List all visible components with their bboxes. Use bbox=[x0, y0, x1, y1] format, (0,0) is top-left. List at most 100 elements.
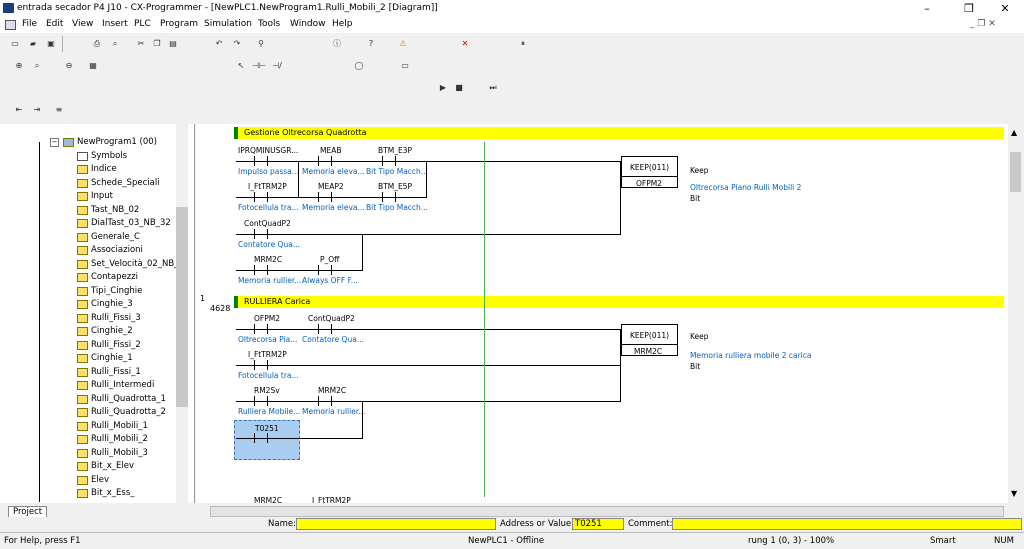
menu-help[interactable]: Help bbox=[332, 19, 353, 29]
scroll-up-icon[interactable]: ▲ bbox=[1011, 128, 1017, 137]
menu-plc[interactable]: PLC bbox=[134, 19, 151, 29]
instruction-box-icon[interactable]: ▭ bbox=[398, 59, 412, 73]
play-icon[interactable]: ▶ bbox=[436, 81, 450, 95]
tree-item[interactable]: Schede_Speciali bbox=[77, 177, 160, 190]
tree-item[interactable]: Tast_NB_02 bbox=[77, 204, 139, 217]
tree-item-selected[interactable]: Rulli_Mobili_2 bbox=[77, 433, 148, 446]
section-icon bbox=[77, 462, 88, 471]
close-button[interactable]: ✕ bbox=[990, 1, 1020, 16]
contact-comment: Bit Tipo Macch... bbox=[366, 203, 428, 212]
tree-item[interactable]: Rulli_Fissi_1 bbox=[77, 366, 141, 379]
rung-header[interactable]: RULLIERA Carica bbox=[234, 296, 1004, 308]
tree-item[interactable]: Elev bbox=[77, 474, 109, 487]
scrollbar-thumb[interactable] bbox=[1010, 152, 1021, 192]
contact-comment: Oltrecorsa Pia... bbox=[238, 335, 298, 344]
tree-item[interactable]: Rulli_Fissi_2 bbox=[77, 339, 141, 352]
contact-address: I_FtTRM2P bbox=[248, 350, 287, 359]
save-icon[interactable]: ▣ bbox=[44, 37, 58, 51]
redo-icon[interactable]: ↷ bbox=[230, 37, 244, 51]
help-icon[interactable]: ? bbox=[364, 37, 378, 51]
tree-item[interactable]: Rulli_Quadrotta_2 bbox=[77, 406, 166, 419]
diagram-hscrollbar[interactable] bbox=[210, 506, 1004, 517]
tree-item[interactable]: Generale_C bbox=[77, 231, 140, 244]
zoom-in-icon[interactable]: ⊕ bbox=[12, 59, 26, 73]
paste-icon[interactable]: ▤ bbox=[166, 37, 180, 51]
wire bbox=[298, 161, 299, 198]
title-bar: entrada secador P4 J10 - CX-Programmer -… bbox=[0, 0, 1024, 17]
delete-x-icon[interactable]: ✕ bbox=[458, 37, 472, 51]
tree-item[interactable]: Indice bbox=[77, 163, 117, 176]
section-icon bbox=[77, 165, 88, 174]
menu-simulation[interactable]: Simulation bbox=[204, 19, 252, 29]
tree-item[interactable]: Rulli_Intermedi bbox=[77, 379, 154, 392]
contact-comment: Impulso passa... bbox=[238, 167, 299, 176]
pause-icon[interactable]: ⏸ bbox=[516, 37, 530, 51]
tree-item[interactable]: Tipi_Cinghie bbox=[77, 285, 142, 298]
tree-item[interactable]: Cinghie_1 bbox=[77, 352, 133, 365]
indent-icon[interactable]: ⇤ bbox=[12, 103, 26, 117]
scroll-down-icon[interactable]: ▼ bbox=[1011, 489, 1017, 498]
address-field[interactable]: T0251 bbox=[572, 518, 624, 530]
comment-field[interactable] bbox=[672, 518, 1022, 530]
info-icon[interactable]: ⓘ bbox=[330, 37, 344, 51]
menu-view[interactable]: View bbox=[72, 19, 93, 29]
contact-no-icon[interactable]: ⊣⊢ bbox=[252, 59, 266, 73]
open-folder-icon[interactable]: ▰ bbox=[26, 37, 40, 51]
zoom-out-icon[interactable]: ⊖ bbox=[62, 59, 76, 73]
ladder-diagram[interactable]: 1 4628 Gestione Oltrecorsa Quadrotta IPR… bbox=[196, 124, 1008, 505]
select-arrow-icon[interactable]: ↖ bbox=[234, 59, 248, 73]
grid-icon[interactable]: ▦ bbox=[86, 59, 100, 73]
diagram-scrollbar[interactable]: ▲ ▼ bbox=[1008, 124, 1024, 503]
restore-button[interactable]: ❐ bbox=[954, 1, 984, 16]
align-icon[interactable]: ≡ bbox=[52, 103, 66, 117]
cut-icon[interactable]: ✂ bbox=[134, 37, 148, 51]
step-icon[interactable]: ⏭ bbox=[486, 81, 500, 95]
tree-collapse-button[interactable]: − bbox=[50, 138, 59, 147]
tree-scrollbar-thumb[interactable] bbox=[176, 207, 188, 407]
tree-item[interactable]: Rulli_Fissi_3 bbox=[77, 312, 141, 325]
copy-icon[interactable]: ❐ bbox=[150, 37, 164, 51]
print-icon[interactable]: ⎙ bbox=[90, 37, 104, 51]
find-icon[interactable]: ⚲ bbox=[254, 37, 268, 51]
tree-item[interactable]: Bit_x_Ess_ bbox=[77, 487, 135, 500]
menu-window[interactable]: Window bbox=[290, 19, 326, 29]
keep-instruction-box[interactable]: KEEP(011) OFPM2 bbox=[621, 156, 678, 188]
undo-icon[interactable]: ↶ bbox=[212, 37, 226, 51]
minimize-button[interactable]: – bbox=[912, 1, 942, 16]
tree-item[interactable]: Rulli_Quadrotta_1 bbox=[77, 393, 166, 406]
tree-item[interactable]: Bit_x_Elev bbox=[77, 460, 134, 473]
tree-item[interactable]: Input bbox=[77, 190, 113, 203]
contact-nc-icon[interactable]: ⊣/⊢ bbox=[270, 59, 284, 73]
tree-item[interactable]: Rulli_Mobili_3 bbox=[77, 447, 148, 460]
menu-tools[interactable]: Tools bbox=[258, 19, 280, 29]
contact-symbol bbox=[254, 265, 268, 275]
warning-icon[interactable]: ⚠ bbox=[396, 37, 410, 51]
zoom-icon[interactable]: ⌕ bbox=[30, 59, 44, 73]
operand-comment: Oltrecorsa Piano Rulli Mobili 2 bbox=[690, 183, 802, 192]
tree-root[interactable]: NewProgram1 (00) bbox=[63, 136, 157, 149]
new-file-icon[interactable]: ▭ bbox=[8, 37, 22, 51]
name-field[interactable] bbox=[296, 518, 496, 530]
menu-insert[interactable]: Insert bbox=[102, 19, 128, 29]
tree-item[interactable]: Symbols bbox=[77, 150, 127, 163]
keep-instruction-box[interactable]: KEEP(011) MRM2C bbox=[621, 324, 678, 356]
tree-item[interactable]: Rulli_Mobili_1 bbox=[77, 420, 148, 433]
contact-symbol bbox=[254, 360, 268, 370]
rung-header[interactable]: Gestione Oltrecorsa Quadrotta bbox=[234, 127, 1004, 139]
menu-program[interactable]: Program bbox=[160, 19, 198, 29]
tree-item[interactable]: Cinghie_3 bbox=[77, 298, 133, 311]
tree-item[interactable]: DialTast_03_NB_32 bbox=[77, 217, 171, 230]
tree-item[interactable]: Cinghie_2 bbox=[77, 325, 133, 338]
tree-item[interactable]: Set_Velocità_02_NB_3 bbox=[77, 258, 184, 271]
tree-item[interactable]: Contapezzi bbox=[77, 271, 138, 284]
tree-item[interactable]: Associazioni bbox=[77, 244, 143, 257]
mdi-controls[interactable]: _ ❐ ✕ bbox=[970, 19, 996, 29]
outdent-icon[interactable]: ⇥ bbox=[30, 103, 44, 117]
wire bbox=[362, 401, 363, 439]
menu-file[interactable]: File bbox=[22, 19, 37, 29]
section-icon bbox=[77, 395, 88, 404]
stop-icon[interactable]: ■ bbox=[452, 81, 466, 95]
coil-icon[interactable]: ◯ bbox=[352, 59, 366, 73]
print-preview-icon[interactable]: ⌕ bbox=[108, 37, 122, 51]
menu-edit[interactable]: Edit bbox=[46, 19, 63, 29]
